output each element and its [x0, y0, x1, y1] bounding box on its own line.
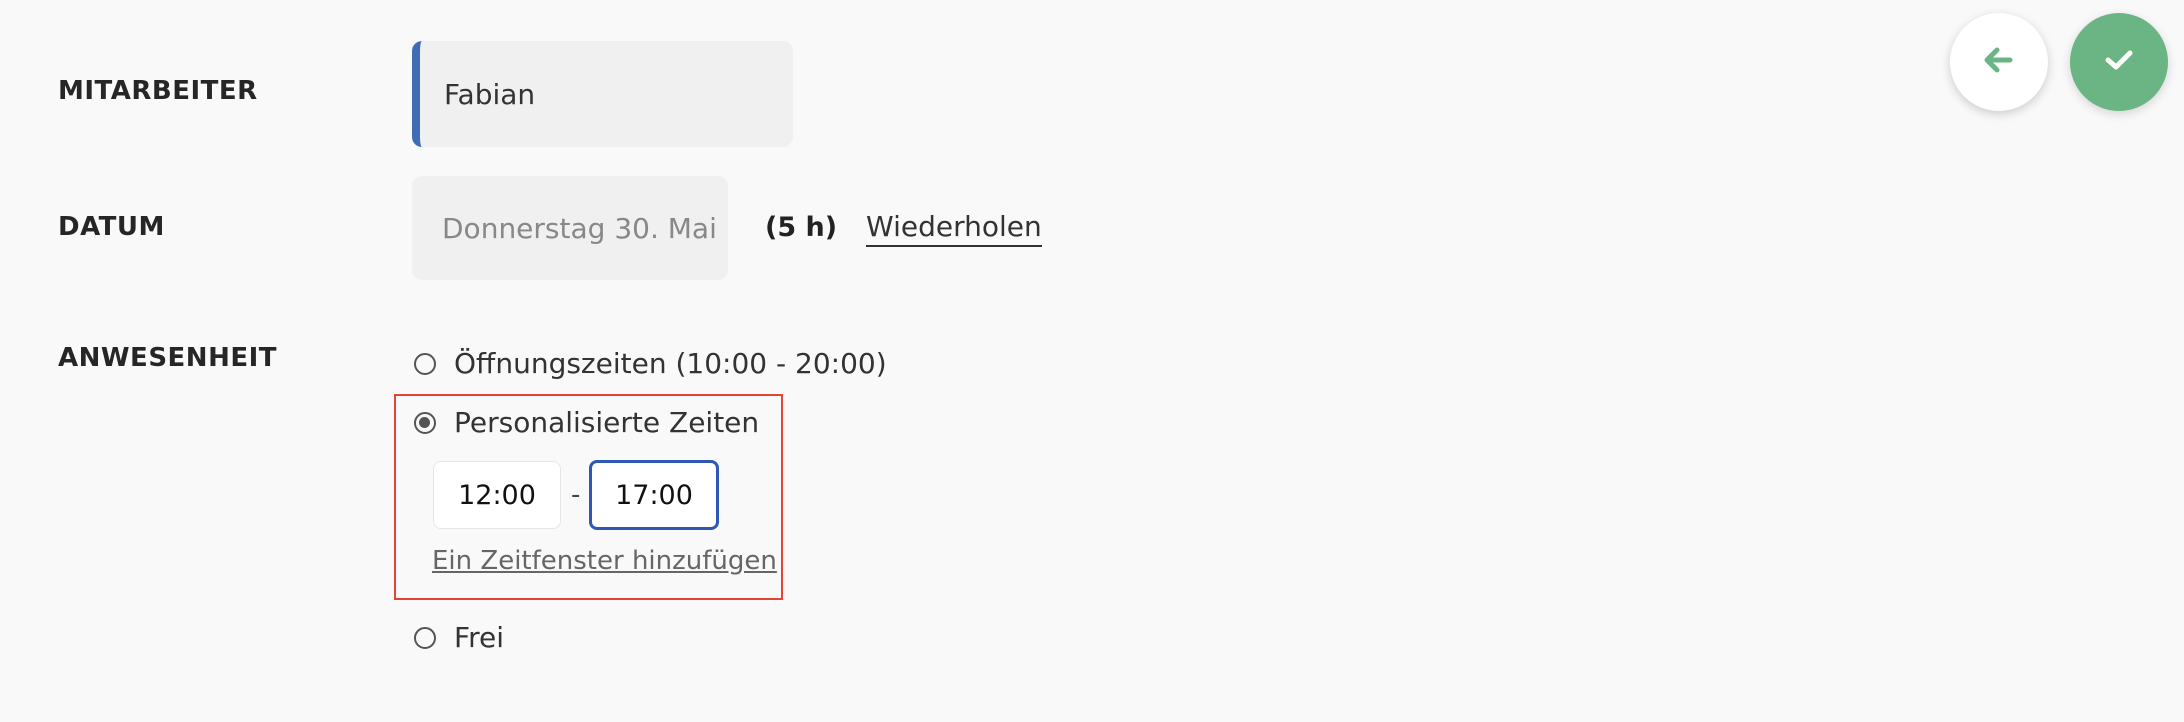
radio-opening-hours[interactable]: Öffnungszeiten (10:00 - 20:00): [414, 347, 887, 380]
employee-field[interactable]: Fabian: [412, 41, 793, 147]
radio-label: Personalisierte Zeiten: [454, 406, 760, 439]
radio-button[interactable]: [414, 352, 436, 375]
hours-badge: (5 h): [765, 212, 838, 243]
back-button[interactable]: [1950, 13, 2048, 111]
radio-label: Frei: [454, 621, 504, 654]
check-icon: [2105, 49, 2133, 76]
arrow-left-icon: [1984, 47, 2014, 78]
time-end-input[interactable]: [589, 460, 719, 530]
radio-label: Öffnungszeiten (10:00 - 20:00): [454, 347, 887, 380]
confirm-button[interactable]: [2070, 13, 2168, 111]
employee-label: MITARBEITER: [58, 76, 258, 106]
date-label: DATUM: [58, 212, 165, 242]
repeat-link[interactable]: Wiederholen: [866, 210, 1042, 247]
add-time-window-link[interactable]: Ein Zeitfenster hinzufügen: [432, 546, 777, 576]
radio-button-checked[interactable]: [414, 411, 436, 434]
radio-custom-times[interactable]: Personalisierte Zeiten: [414, 406, 759, 439]
time-separator: -: [571, 480, 581, 510]
employee-value: Fabian: [444, 77, 536, 111]
radio-free[interactable]: Frei: [414, 621, 504, 654]
attendance-label: ANWESENHEIT: [58, 343, 277, 373]
time-start-input[interactable]: [433, 461, 561, 529]
date-field[interactable]: Donnerstag 30. Mai: [412, 176, 728, 280]
date-value: Donnerstag 30. Mai: [442, 211, 717, 245]
radio-button[interactable]: [414, 626, 436, 649]
